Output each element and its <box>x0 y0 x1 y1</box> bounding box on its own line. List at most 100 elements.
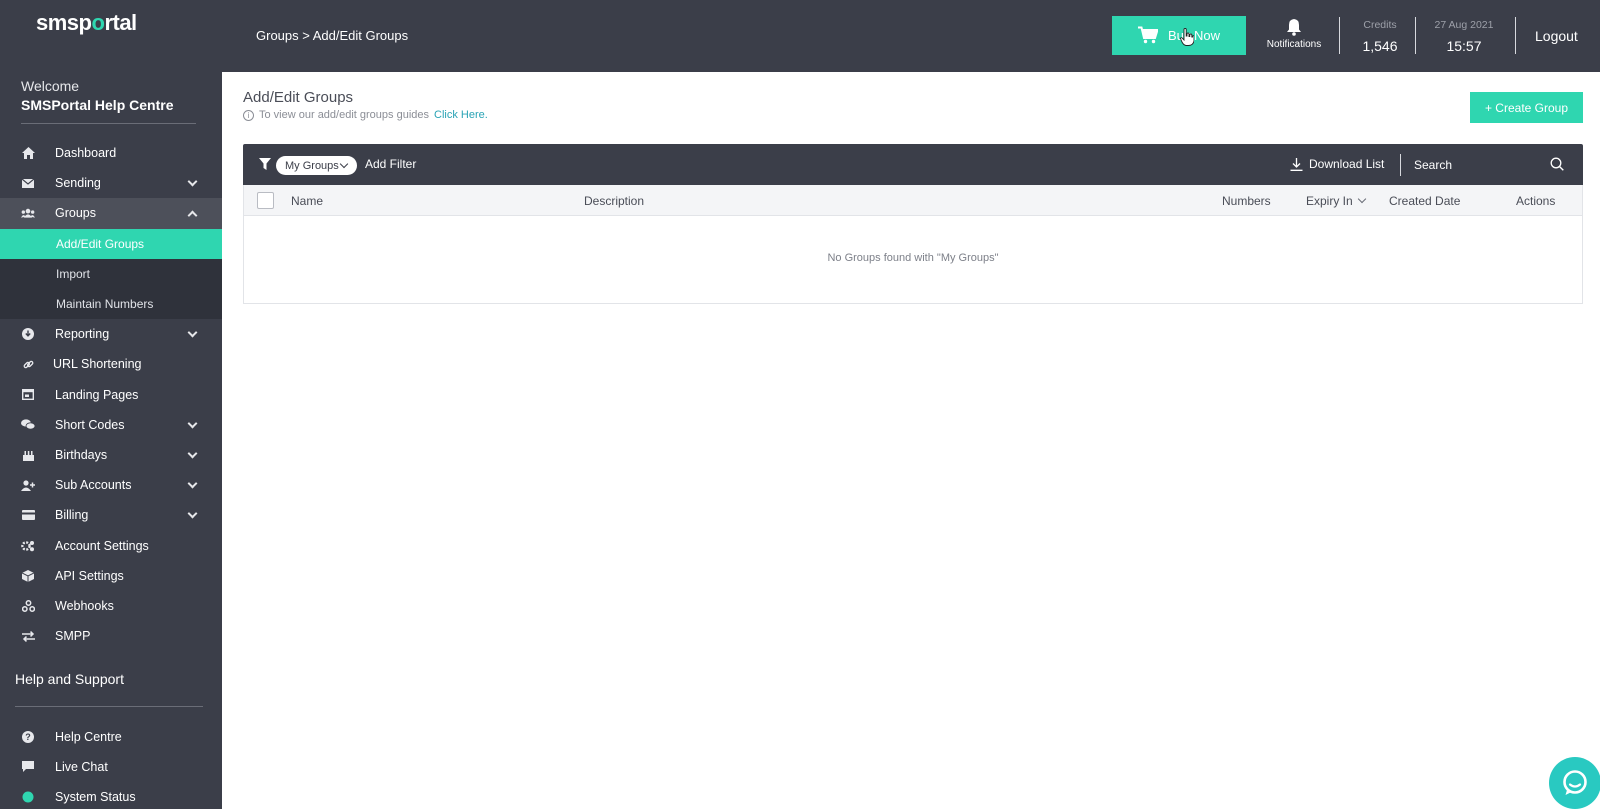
sidebar-item-live-chat[interactable]: Live Chat <box>0 752 222 782</box>
sidebar-item-label: Webhooks <box>55 598 114 613</box>
sort-chevron-icon <box>1357 194 1366 204</box>
sidebar-item-sub-accounts[interactable]: Sub Accounts <box>0 470 222 500</box>
window-icon <box>21 388 35 402</box>
sidebar-subitem-add-edit-groups[interactable]: Add/Edit Groups <box>0 228 222 259</box>
hand-cursor-icon <box>1180 28 1194 46</box>
credits-value: 1,546 <box>1362 38 1398 54</box>
sidebar-item-billing[interactable]: Billing <box>0 500 222 530</box>
add-filter-button[interactable]: Add Filter <box>365 157 416 171</box>
sidebar-item-label: Groups <box>55 206 96 221</box>
groups-submenu: Add/Edit Groups Import Maintain Numbers <box>0 228 222 320</box>
divider <box>1415 17 1416 54</box>
empty-state-message: No Groups found with "My Groups" <box>827 252 999 264</box>
date-label: 27 Aug 2021 <box>1434 19 1494 31</box>
sidebar-item-label: Billing <box>55 508 89 523</box>
sidebar-item-landing-pages[interactable]: Landing Pages <box>0 380 222 410</box>
download-list-label: Download List <box>1309 157 1385 171</box>
question-circle-icon: ? <box>21 730 35 744</box>
cube-icon <box>21 569 35 583</box>
page-info: i To view our add/edit groups guides Cli… <box>243 109 488 121</box>
envelope-icon <box>21 176 35 190</box>
sidebar-item-system-status[interactable]: System Status <box>0 782 222 809</box>
sidebar-subitem-label: Add/Edit Groups <box>56 236 145 251</box>
logout-button[interactable]: Logout <box>1535 28 1578 44</box>
sidebar-item-label: Birthdays <box>55 447 108 462</box>
column-header-description[interactable]: Description <box>584 194 644 208</box>
chevron-up-icon <box>187 210 198 221</box>
info-text: To view our add/edit groups guides <box>259 109 429 121</box>
sidebar-subitem-import[interactable]: Import <box>0 259 222 289</box>
create-group-button[interactable]: + Create Group <box>1470 92 1583 123</box>
sidebar-item-help-centre[interactable]: ? Help Centre <box>0 722 222 752</box>
column-header-name[interactable]: Name <box>291 194 323 208</box>
sidebar-divider <box>21 123 196 124</box>
chevron-down-icon <box>339 159 349 169</box>
sidebar-item-smpp[interactable]: SMPP <box>0 621 222 651</box>
search-icon[interactable] <box>1550 157 1564 171</box>
sidebar-item-account-settings[interactable]: Account Settings <box>0 530 222 560</box>
help-support-heading: Help and Support <box>15 671 124 687</box>
sidebar-divider <box>15 706 203 707</box>
account-name: SMSPortal Help Centre <box>21 97 174 113</box>
comments-icon <box>21 418 35 432</box>
column-header-expiry-in[interactable]: Expiry In <box>1306 194 1366 208</box>
chat-icon <box>1563 770 1587 795</box>
breadcrumb: Groups > Add/Edit Groups <box>256 28 409 43</box>
expiry-in-label: Expiry In <box>1306 194 1353 208</box>
sidebar-item-label: Account Settings <box>55 538 149 553</box>
groups-table: Name Description Numbers Expiry In Creat… <box>243 185 1583 304</box>
column-header-actions: Actions <box>1516 194 1556 208</box>
sidebar-item-url-shortening[interactable]: URL Shortening <box>0 349 222 379</box>
guide-link[interactable]: Click Here. <box>434 109 488 121</box>
chevron-down-icon <box>187 176 198 187</box>
select-all-checkbox[interactable] <box>257 192 274 209</box>
chevron-down-icon <box>187 478 198 489</box>
top-bar: Groups > Add/Edit Groups Buy Now Notific… <box>222 0 1600 72</box>
notifications-button[interactable]: Notifications <box>1262 18 1326 50</box>
my-groups-filter-pill[interactable]: My Groups <box>276 156 357 175</box>
chevron-down-icon <box>187 448 198 459</box>
smsportal-logo[interactable]: smsportal <box>36 10 137 36</box>
sidebar-item-reporting[interactable]: Reporting <box>0 319 222 349</box>
sidebar-item-label: SMPP <box>55 629 91 644</box>
chat-icon <box>21 760 35 774</box>
filter-icon[interactable] <box>259 158 271 170</box>
sidebar-item-label: Landing Pages <box>55 387 139 402</box>
sidebar-item-groups[interactable]: Groups <box>0 198 222 229</box>
exchange-icon <box>21 629 35 643</box>
column-header-numbers[interactable]: Numbers <box>1222 194 1271 208</box>
sidebar-item-label: Live Chat <box>55 760 108 775</box>
sidebar-subitem-label: Maintain Numbers <box>56 297 154 312</box>
sidebar-item-webhooks[interactable]: Webhooks <box>0 591 222 621</box>
buy-now-button[interactable]: Buy Now <box>1112 16 1246 55</box>
users-icon <box>21 206 35 220</box>
chevron-down-icon <box>187 418 198 429</box>
chevron-down-icon <box>187 508 198 519</box>
chevron-down-icon <box>187 327 198 338</box>
sidebar-subitem-maintain-numbers[interactable]: Maintain Numbers <box>0 289 222 319</box>
sidebar-item-short-codes[interactable]: Short Codes <box>0 410 222 440</box>
info-icon: i <box>243 109 254 121</box>
sidebar-item-api-settings[interactable]: API Settings <box>0 561 222 591</box>
notifications-label: Notifications <box>1266 39 1322 50</box>
divider <box>1400 154 1401 176</box>
welcome-label: Welcome <box>21 78 80 94</box>
sidebar-item-sending[interactable]: Sending <box>0 168 222 198</box>
sidebar-item-label: Sub Accounts <box>55 478 132 493</box>
download-list-button[interactable]: Download List <box>1290 157 1384 171</box>
table-header: Name Description Numbers Expiry In Creat… <box>244 185 1582 216</box>
cake-icon <box>21 448 35 462</box>
credit-card-icon <box>21 508 35 522</box>
column-header-created-date[interactable]: Created Date <box>1389 194 1460 208</box>
home-icon <box>21 146 35 160</box>
divider <box>1339 17 1340 54</box>
search-input[interactable] <box>1409 153 1559 177</box>
sidebar-item-birthdays[interactable]: Birthdays <box>0 440 222 470</box>
datetime-display: 27 Aug 2021 15:57 <box>1421 19 1507 54</box>
svg-text:?: ? <box>25 732 31 742</box>
sidebar-item-dashboard[interactable]: Dashboard <box>0 138 222 168</box>
credits-label: Credits <box>1363 19 1397 31</box>
link-icon <box>21 357 35 371</box>
live-chat-launcher[interactable] <box>1549 757 1600 809</box>
filter-bar: My Groups Add Filter Download List <box>243 144 1583 185</box>
